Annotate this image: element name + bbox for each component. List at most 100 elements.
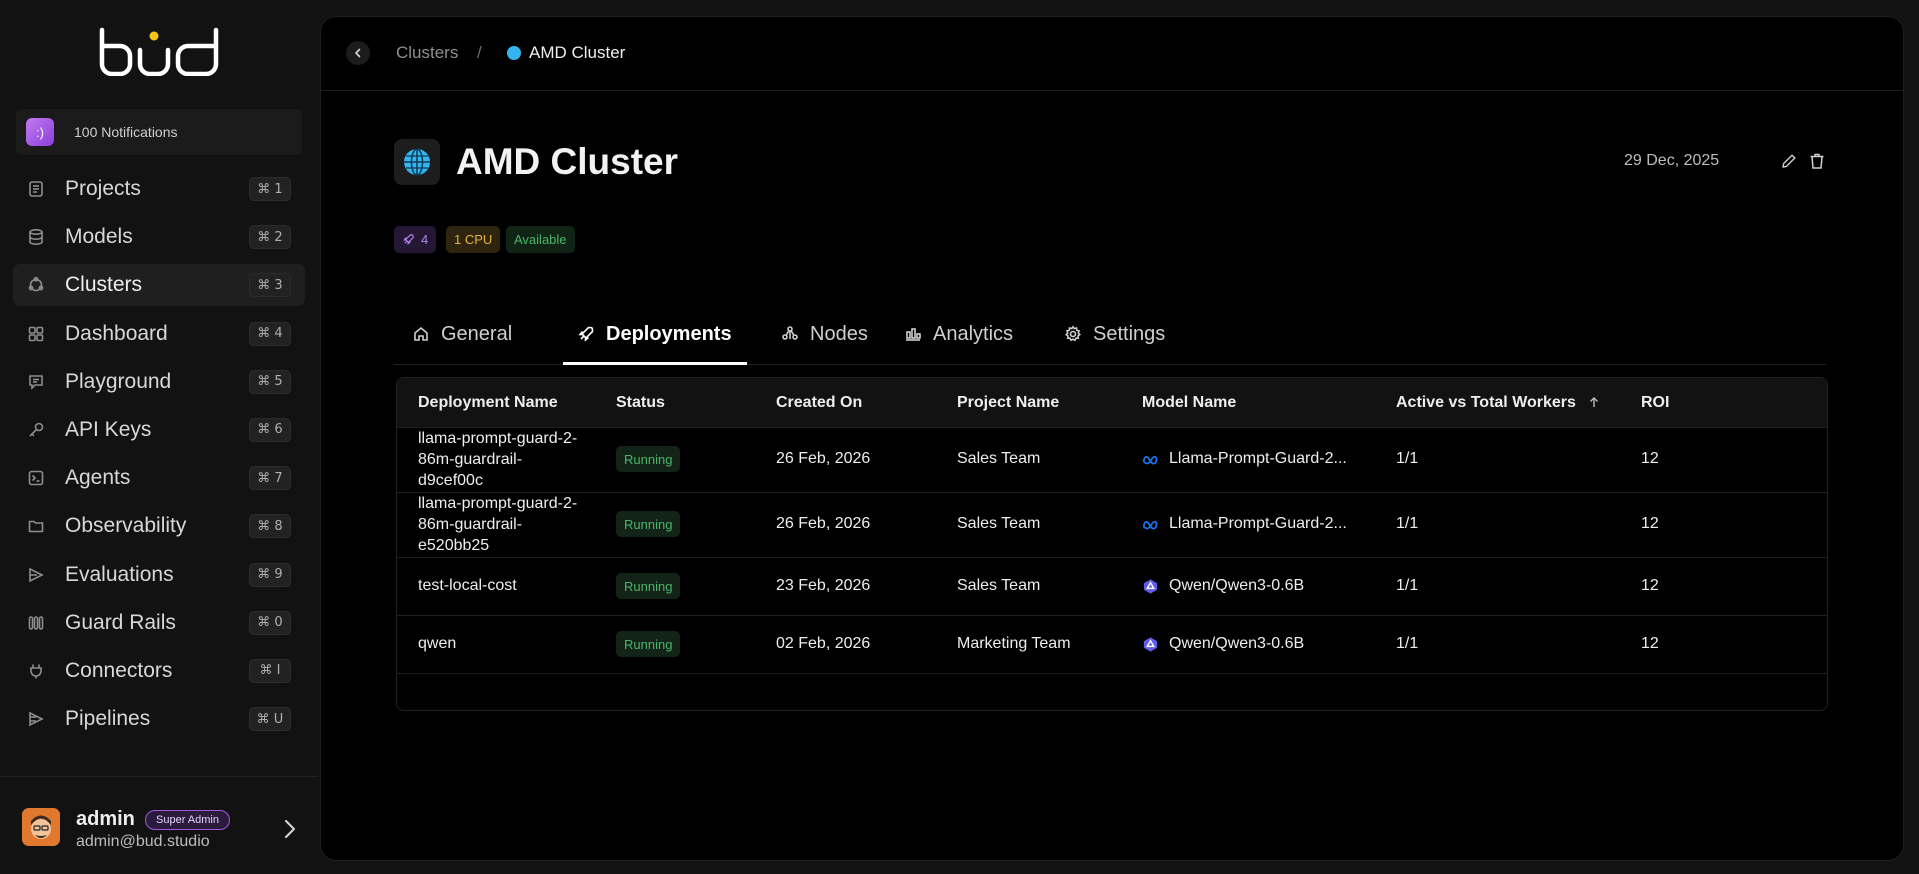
sidebar-item-label: Agents: [65, 466, 131, 490]
project-name: Sales Team: [957, 515, 1041, 532]
tab-deployments[interactable]: Deployments: [577, 303, 732, 365]
table-row[interactable]: qwen Running 02 Feb, 2026 Marketing Team…: [397, 616, 1827, 674]
tab-label: Analytics: [933, 322, 1014, 345]
globe-icon: [507, 46, 521, 60]
tab-bar: General Deployments Nodes Analytics Sett…: [394, 303, 1826, 365]
shortcut-badge: ⌘ 2: [249, 225, 291, 250]
breadcrumb-clusters[interactable]: Clusters: [396, 43, 458, 63]
back-button[interactable]: [346, 41, 370, 65]
tab-nodes[interactable]: Nodes: [781, 303, 868, 365]
sidebar-item-label: Connectors: [65, 658, 173, 682]
tab-settings[interactable]: Settings: [1064, 303, 1165, 365]
shortcut-badge: ⌘ 5: [249, 369, 291, 394]
sidebar-item-api-keys[interactable]: API Keys ⌘ 6: [13, 409, 305, 451]
deployment-name[interactable]: llama-prompt-guard-2-86m-guardrail-e520b…: [418, 493, 578, 556]
workers-count: 1/1: [1396, 450, 1419, 467]
shortcut-badge: ⌘ I: [249, 658, 291, 683]
model-name: Qwen/Qwen3-0.6B: [1142, 635, 1304, 653]
deployment-name[interactable]: test-local-cost: [418, 577, 517, 595]
rocket-icon: [403, 234, 414, 245]
trash-icon[interactable]: [1808, 152, 1826, 170]
shortcut-badge: ⌘ 0: [249, 610, 291, 635]
avatar: [22, 808, 60, 846]
roi-value: 12: [1641, 450, 1659, 467]
table-row[interactable]: llama-prompt-guard-2-86m-guardrail-e520b…: [397, 493, 1827, 558]
shortcut-badge: ⌘ U: [249, 707, 291, 732]
breadcrumb-current: AMD Cluster: [507, 43, 625, 63]
created-on: 26 Feb, 2026: [776, 450, 871, 467]
sidebar-item-models[interactable]: Models ⌘ 2: [13, 216, 305, 258]
folder-icon: [25, 515, 47, 537]
shortcut-badge: ⌘ 3: [249, 273, 291, 298]
key-icon: [25, 419, 47, 441]
notifications-label: 100 Notifications: [74, 124, 178, 140]
chevron-right-icon[interactable]: [280, 816, 300, 842]
grid-icon: [25, 323, 47, 345]
sidebar-item-dashboard[interactable]: Dashboard ⌘ 4: [13, 313, 305, 355]
tab-label: General: [441, 322, 513, 345]
model-name-label: Llama-Prompt-Guard-2...: [1169, 515, 1347, 532]
table-row[interactable]: llama-prompt-guard-2-86m-guardrail-d9cef…: [397, 428, 1827, 493]
page-title: AMD Cluster: [456, 141, 679, 182]
tab-general[interactable]: General: [412, 303, 512, 365]
sidebar-item-clusters[interactable]: Clusters ⌘ 3: [13, 264, 305, 307]
table-header: Deployment Name Status Created On Projec…: [397, 378, 1827, 428]
shortcut-badge: ⌘ 9: [249, 562, 291, 587]
sidebar-item-projects[interactable]: Projects ⌘ 1: [13, 168, 305, 210]
tab-label: Nodes: [810, 322, 868, 345]
project-name: Sales Team: [957, 450, 1041, 467]
column-header-model-name[interactable]: Model Name: [1142, 394, 1236, 412]
model-name: Llama-Prompt-Guard-2...: [1142, 515, 1347, 533]
bud-logo[interactable]: [94, 26, 224, 77]
deployments-table: Deployment Name Status Created On Projec…: [396, 377, 1828, 711]
sidebar-item-observability[interactable]: Observability ⌘ 8: [13, 505, 305, 547]
chevron-left-icon: [355, 48, 361, 58]
tab-label: Settings: [1093, 322, 1166, 345]
sidebar-item-guard-rails[interactable]: Guard Rails ⌘ 0: [13, 602, 305, 644]
sort-ascending-icon: [1590, 397, 1599, 407]
notifications-button[interactable]: :) 100 Notifications: [16, 109, 302, 155]
guardrail-icon: [25, 612, 47, 634]
deployment-name[interactable]: llama-prompt-guard-2-86m-guardrail-d9cef…: [418, 428, 578, 491]
column-header-deployment-name[interactable]: Deployment Name: [418, 394, 558, 412]
sidebar-item-label: API Keys: [65, 417, 152, 441]
status-badge: Running: [616, 631, 681, 657]
created-on: 26 Feb, 2026: [776, 515, 871, 532]
sidebar-item-agents[interactable]: Agents ⌘ 7: [13, 457, 305, 499]
roi-value: 12: [1641, 635, 1659, 652]
terminal-icon: [25, 467, 47, 489]
model-name-label: Qwen/Qwen3-0.6B: [1169, 577, 1305, 594]
evaluation-icon: [25, 564, 47, 586]
column-header-created-on[interactable]: Created On: [776, 394, 862, 412]
sidebar-item-label: Dashboard: [65, 321, 168, 345]
qwen-icon: [1143, 578, 1158, 594]
edit-icon[interactable]: [1780, 152, 1798, 170]
model-name-label: Qwen/Qwen3-0.6B: [1169, 635, 1305, 652]
database-icon: [25, 226, 47, 248]
created-date: 29 Dec, 2025: [1624, 152, 1720, 169]
analytics-icon: [906, 328, 921, 341]
sidebar-item-label: Playground: [65, 369, 172, 393]
availability-tag: Available: [506, 226, 575, 253]
deployment-name[interactable]: qwen: [418, 635, 456, 653]
sidebar-item-pipelines[interactable]: Pipelines ⌘ U: [13, 698, 305, 740]
sidebar-item-connectors[interactable]: Connectors ⌘ I: [13, 650, 305, 692]
sidebar-item-evaluations[interactable]: Evaluations ⌘ 9: [13, 554, 305, 596]
status-badge: Running: [616, 446, 681, 472]
column-header-status[interactable]: Status: [616, 394, 665, 412]
model-name-label: Llama-Prompt-Guard-2...: [1169, 450, 1347, 467]
tab-analytics[interactable]: Analytics: [904, 303, 1013, 365]
sidebar-item-playground[interactable]: Playground ⌘ 5: [13, 361, 305, 403]
column-header-roi[interactable]: ROI: [1641, 394, 1669, 412]
chat-icon: [25, 371, 47, 393]
table-row[interactable]: test-local-cost Running 23 Feb, 2026 Sal…: [397, 558, 1827, 616]
model-name: Qwen/Qwen3-0.6B: [1142, 577, 1304, 595]
shortcut-badge: ⌘ 4: [249, 321, 291, 346]
shortcut-badge: ⌘ 7: [249, 466, 291, 491]
nodes-icon: [782, 326, 798, 340]
shortcut-badge: ⌘ 8: [249, 514, 291, 539]
column-header-project-name[interactable]: Project Name: [957, 394, 1059, 412]
column-header-workers-label: Active vs Total Workers: [1396, 394, 1576, 411]
column-header-workers[interactable]: Active vs Total Workers: [1396, 394, 1600, 412]
user-profile[interactable]: admin Super Admin admin@bud.studio: [22, 806, 302, 856]
